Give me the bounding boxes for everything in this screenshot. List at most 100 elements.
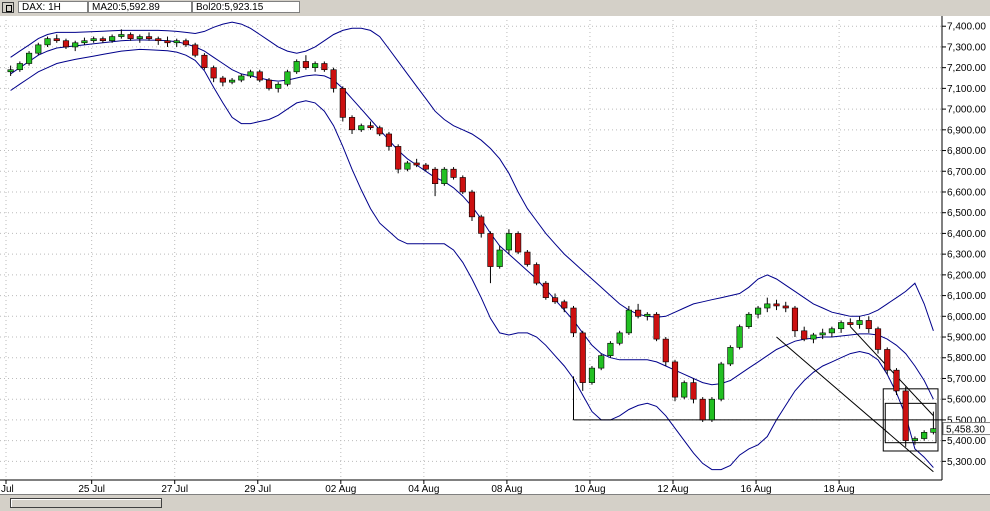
candle-body[interactable] (321, 63, 328, 71)
candle-body[interactable] (874, 328, 882, 350)
candle-body[interactable] (16, 63, 23, 71)
candle-body[interactable] (404, 162, 411, 170)
candle-body[interactable] (201, 54, 208, 68)
candle-body[interactable] (478, 216, 485, 234)
candle-body[interactable] (90, 38, 97, 42)
candle-body[interactable] (468, 191, 476, 218)
candle-body[interactable] (376, 127, 383, 135)
candle-body[interactable] (607, 342, 614, 356)
candle-body[interactable] (256, 71, 263, 81)
candle-body[interactable] (432, 168, 439, 184)
candle-body[interactable] (524, 251, 531, 265)
candle-body[interactable] (644, 313, 651, 317)
chart-menu-icon[interactable] (2, 2, 14, 13)
candle-body[interactable] (182, 40, 190, 46)
candle-body[interactable] (127, 34, 134, 39)
candle-body[interactable] (459, 177, 466, 193)
candle-body[interactable] (229, 79, 236, 83)
candle-body[interactable] (625, 309, 632, 334)
candle-body[interactable] (136, 36, 143, 39)
candle-body[interactable] (385, 133, 393, 147)
candle-body[interactable] (330, 69, 337, 89)
candle-body[interactable] (247, 71, 254, 77)
candle-body[interactable] (893, 369, 900, 392)
candle-body[interactable] (791, 307, 799, 332)
candle-body[interactable] (598, 355, 605, 369)
candle-body[interactable] (164, 40, 171, 44)
candle-body[interactable] (339, 88, 346, 118)
candle-body[interactable] (441, 168, 448, 184)
candle-body[interactable] (764, 303, 771, 309)
candle-body[interactable] (35, 44, 42, 54)
candle-body[interactable] (884, 349, 891, 371)
candle-body[interactable] (930, 428, 937, 433)
candle-body[interactable] (367, 125, 374, 129)
candle-body[interactable] (561, 301, 568, 309)
candle-body[interactable] (118, 34, 125, 37)
candle-body[interactable] (62, 40, 70, 48)
candle-body[interactable] (754, 307, 762, 315)
candle-body[interactable] (810, 334, 817, 340)
candle-body[interactable] (395, 146, 402, 170)
candle-body[interactable] (145, 36, 153, 39)
candle-body[interactable] (838, 322, 845, 330)
candle-body[interactable] (542, 282, 549, 298)
candle-body[interactable] (487, 233, 494, 267)
candle-body[interactable] (911, 438, 918, 441)
price-chart[interactable]: 5,300.005,400.005,500.005,600.005,700.00… (0, 16, 990, 494)
candle-body[interactable] (109, 36, 116, 42)
candle-body[interactable] (551, 297, 559, 303)
candle-body[interactable] (26, 52, 33, 64)
candle-body[interactable] (708, 398, 715, 421)
candle-body[interactable] (7, 69, 14, 73)
candle-body[interactable] (579, 332, 586, 383)
scrollbar-thumb[interactable] (10, 498, 162, 508)
candle-body[interactable] (413, 162, 420, 166)
candle-body[interactable] (348, 117, 356, 131)
candle-body[interactable] (671, 361, 679, 398)
candle-body[interactable] (312, 63, 319, 68)
candle-body[interactable] (681, 382, 688, 398)
candle-body[interactable] (450, 168, 457, 178)
candle-body[interactable] (81, 40, 88, 44)
candle-body[interactable] (902, 390, 909, 441)
candle-body[interactable] (570, 307, 577, 334)
candle-body[interactable] (496, 249, 503, 267)
candle-body[interactable] (690, 382, 697, 400)
candle-body[interactable] (773, 303, 780, 307)
candle-body[interactable] (727, 347, 734, 365)
candle-body[interactable] (99, 38, 106, 42)
candle-body[interactable] (53, 38, 60, 42)
candle-body[interactable] (533, 264, 540, 284)
candle-body[interactable] (275, 83, 282, 89)
candle-body[interactable] (921, 432, 928, 439)
candle-body[interactable] (588, 367, 596, 383)
candle-body[interactable] (865, 320, 872, 330)
candle-body[interactable] (192, 44, 199, 56)
candle-body[interactable] (284, 71, 291, 85)
candle-body[interactable] (819, 332, 826, 336)
candle-body[interactable] (210, 67, 217, 79)
candle-body[interactable] (302, 61, 309, 68)
candle-body[interactable] (173, 40, 180, 44)
candle-body[interactable] (505, 233, 512, 251)
candle-body[interactable] (265, 79, 273, 89)
candle-body[interactable] (782, 305, 789, 309)
candle-body[interactable] (662, 338, 669, 363)
candle-body[interactable] (635, 309, 642, 317)
candle-body[interactable] (856, 320, 863, 325)
candle-body[interactable] (155, 38, 162, 42)
candle-body[interactable] (422, 164, 429, 170)
candle-body[interactable] (72, 42, 79, 48)
candle-body[interactable] (219, 77, 226, 83)
candle-body[interactable] (653, 313, 660, 340)
candle-body[interactable] (745, 313, 752, 327)
candle-body[interactable] (358, 125, 365, 131)
candle-body[interactable] (736, 326, 743, 348)
candle-body[interactable] (801, 330, 808, 340)
candle-body[interactable] (847, 322, 854, 325)
horizontal-scrollbar[interactable] (0, 494, 990, 511)
candle-body[interactable] (699, 398, 706, 421)
candle-body[interactable] (515, 233, 522, 253)
candle-body[interactable] (828, 328, 835, 334)
